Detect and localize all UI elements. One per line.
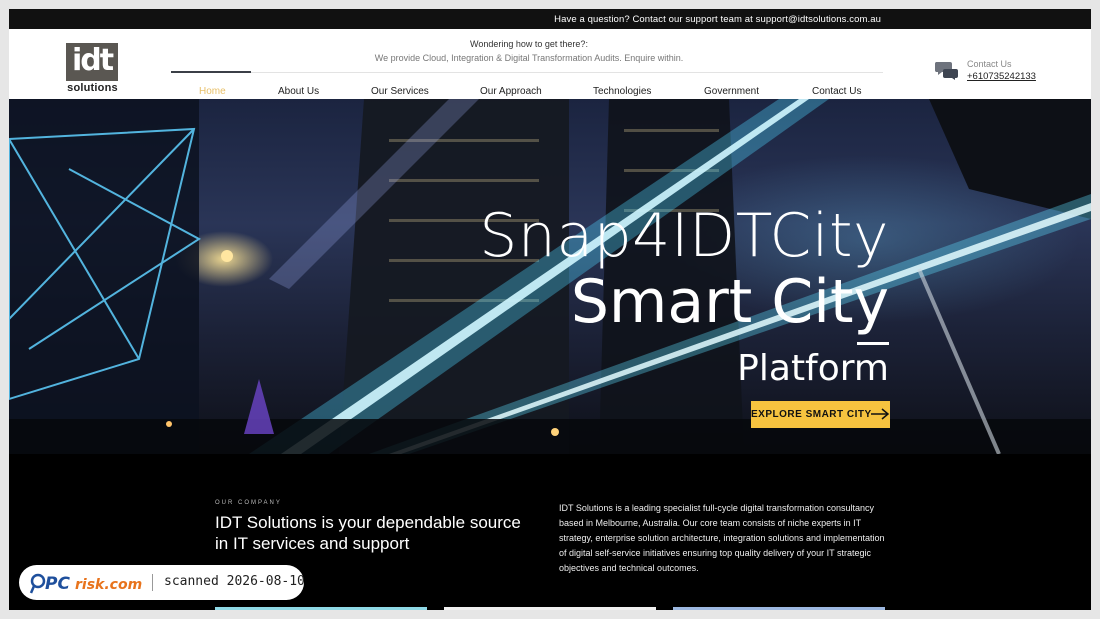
hero-heading-line2: Smart City (570, 267, 889, 337)
contact-label: Contact Us (967, 59, 1012, 69)
chat-bubbles-icon (935, 62, 958, 80)
header-divider (171, 72, 883, 73)
svg-text:risk.com: risk.com (75, 577, 142, 593)
nav-about-us[interactable]: About Us (278, 86, 319, 97)
hero-heading-line3: Platform (737, 348, 889, 389)
card-preview-1[interactable] (215, 607, 427, 610)
watermark-text: scanned 2026-08-10 (164, 574, 305, 589)
city-night-photo (9, 99, 1091, 454)
nav-contact-us[interactable]: Contact Us (812, 86, 861, 97)
hero-heading-line1: Snap4IDTCity (479, 201, 889, 271)
logo-mark: idt (66, 43, 118, 81)
header-contact[interactable]: Contact Us +610735242133 (935, 59, 1055, 89)
explore-smart-city-button[interactable]: EXPLORE SMART CITY (751, 401, 890, 428)
card-preview-3[interactable] (673, 607, 885, 610)
company-description: IDT Solutions is a leading specialist fu… (559, 503, 885, 573)
svg-text:PC: PC (45, 574, 70, 594)
company-logo[interactable]: idt solutions (66, 43, 119, 95)
support-topbar: Have a question? Contact our support tea… (9, 9, 1091, 29)
watermark-separator (152, 574, 153, 591)
explore-button-label: EXPLORE SMART CITY (751, 409, 872, 420)
logo-subtext: solutions (67, 82, 118, 94)
site-header: idt solutions Wondering how to get there… (9, 29, 1091, 99)
browser-viewport: Have a question? Contact our support tea… (9, 9, 1091, 610)
nav-home[interactable]: Home (199, 86, 226, 97)
pcrisk-logo: PC risk.com (29, 573, 142, 594)
tagline-subtitle: We provide Cloud, Integration & Digital … (374, 53, 684, 63)
company-heading: IDT Solutions is your dependable source … (215, 513, 521, 553)
nav-our-services[interactable]: Our Services (371, 86, 429, 97)
contact-phone-link[interactable]: +610735242133 (967, 71, 1036, 82)
active-nav-indicator (171, 71, 251, 73)
hero-banner: Snap4IDTCity Smart City Platform EXPLORE… (9, 99, 1091, 454)
nav-our-approach[interactable]: Our Approach (480, 86, 542, 97)
section-eyebrow: OUR COMPANY (215, 500, 282, 506)
tagline-title: Wondering how to get there?: (470, 39, 588, 49)
card-preview-2[interactable] (444, 607, 656, 610)
nav-government[interactable]: Government (704, 86, 759, 97)
support-contact-text[interactable]: Have a question? Contact our support tea… (554, 14, 881, 25)
hero-divider (857, 342, 889, 345)
watermark-badge: PC risk.com scanned 2026-08-10 (19, 565, 305, 600)
nav-technologies[interactable]: Technologies (593, 86, 651, 97)
arrow-right-icon (871, 408, 890, 420)
main-nav: Home About Us Our Services Our Approach … (171, 86, 883, 100)
